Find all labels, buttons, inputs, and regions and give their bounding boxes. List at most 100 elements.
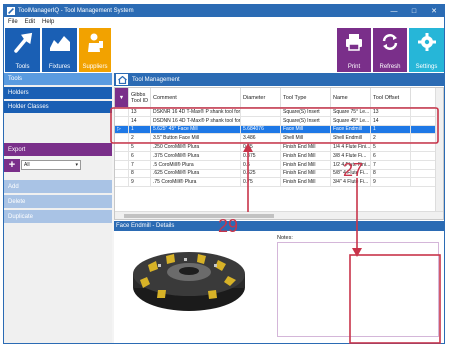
add-button[interactable]: Add (4, 180, 112, 193)
table-row[interactable]: 2 3.5" Button Face Mill 3.486 Shell Mill She… (115, 134, 443, 144)
table-cell: 3/8 4 Flute Fi... (331, 151, 371, 160)
table-cell: 7 (371, 160, 411, 169)
table-row[interactable]: 6.375 CoroMill® Plura 0.375 Finish End Mil… (115, 151, 443, 161)
table-cell: 9 (371, 178, 411, 187)
table-cell: 6 (371, 151, 411, 160)
content-header: Tool Management (114, 73, 444, 86)
menu-help[interactable]: Help (42, 19, 54, 25)
table-cell: 0.625 (241, 169, 281, 178)
table-cell: DSDNN 16 4D T-Max® P shank tool for t... (153, 116, 241, 125)
menu-file[interactable]: File (8, 19, 18, 25)
sidebar-item-holder-classes[interactable]: Holder Classes (4, 101, 112, 113)
duplicate-button[interactable]: Duplicate (4, 210, 112, 223)
title-bar: ToolManagerIQ - Tool Management System —… (4, 5, 444, 17)
row-indicator (115, 178, 129, 187)
vertical-scrollbar[interactable] (435, 88, 443, 211)
horizontal-scrollbar[interactable] (115, 211, 443, 219)
table-row[interactable]: ▷ 1 5.625" 45° Face Mill 5.684076 Face Mill F… (115, 125, 443, 135)
table-cell: 13 (129, 108, 151, 116)
row-indicator (115, 151, 129, 160)
row-indicator (115, 160, 129, 169)
home-icon[interactable] (116, 74, 128, 85)
table-cell: 8 (371, 169, 411, 178)
table-cell: 6 (129, 151, 151, 160)
settings-button[interactable]: Settings (409, 28, 444, 72)
table-row[interactable]: 14 DSDNN 16 4D T-Max® P shank tool for t.… (115, 116, 443, 126)
table-cell: 3.486 (241, 134, 281, 143)
chevron-down-icon: ▾ (75, 162, 78, 168)
table-cell: 0.375 (241, 151, 281, 160)
filter-select[interactable]: All ▾ (21, 160, 81, 170)
scroll-thumb[interactable] (124, 214, 274, 218)
wrench-icon (13, 32, 32, 53)
table-cell: Finish End Mill (281, 169, 331, 178)
table-cell: Finish End Mill (281, 143, 331, 151)
table-cell: 14 (129, 116, 151, 125)
add-plus-button[interactable]: + (4, 158, 20, 172)
maximize-icon[interactable]: □ (404, 5, 424, 17)
row-indicator (115, 108, 129, 116)
print-button-label: Print (347, 64, 361, 70)
row-indicator (115, 116, 129, 125)
menu-edit[interactable]: Edit (25, 19, 35, 25)
suppliers-button[interactable]: Suppliers (79, 28, 111, 72)
table-cell: 0.5 (241, 160, 281, 169)
table-row[interactable]: 5.250 CoroMill® Plura 0.25 Finish End Mill… (115, 143, 443, 152)
grid-header: ▼ Gibbs Tool ID Comment Diameter Tool Ty… (115, 88, 443, 108)
col-header-diameter[interactable]: Diameter (241, 88, 281, 107)
details-header: Face Endmill - Details (114, 221, 444, 231)
sidebar-item-tools[interactable]: Tools (4, 73, 112, 85)
table-cell: 5 (371, 143, 411, 151)
col-header-name[interactable]: Name (331, 88, 371, 107)
col-header-comment[interactable]: Comment (151, 88, 241, 107)
notes-field[interactable] (277, 242, 439, 337)
table-cell: .75 CoroMill® Plura (151, 178, 241, 187)
add-filter-row: + All ▾ (4, 158, 112, 172)
tool-image (114, 232, 272, 343)
app-logo-icon (7, 7, 15, 15)
main-content: Tool Management ▼ Gibbs Tool ID Comment … (114, 73, 444, 343)
table-cell: 2 (129, 134, 151, 143)
tools-button-label: Tools (15, 64, 30, 70)
refresh-button[interactable]: Refresh (373, 28, 407, 72)
table-cell: Finish End Mill (281, 151, 331, 160)
table-cell: Face Mill (281, 125, 331, 134)
fixtures-button-label: Fixtures (48, 64, 71, 70)
table-row[interactable]: 8.625 CoroMill® Plura 0.625 Finish End Mil… (115, 169, 443, 179)
tools-button[interactable]: Tools (5, 28, 40, 72)
worker-icon (88, 33, 103, 52)
col-header-tool-type[interactable]: Tool Type (281, 88, 331, 107)
table-cell: 14 (371, 116, 411, 125)
close-icon[interactable]: ✕ (424, 5, 444, 17)
table-cell (241, 116, 281, 125)
table-row[interactable]: 9.75 CoroMill® Plura 0.75 Finish End Mill 3… (115, 178, 443, 188)
print-button[interactable]: Print (337, 28, 371, 72)
table-cell: 5 (129, 143, 151, 151)
col-header-tool-id[interactable]: Gibbs Tool ID (129, 88, 151, 107)
row-indicator (115, 169, 129, 178)
table-cell: 1 (371, 125, 411, 134)
notes-label: Notes: (277, 235, 293, 241)
row-indicator (115, 134, 129, 143)
table-cell: 1/4 4 Flute Fini... (333, 143, 371, 151)
table-row[interactable]: 7.5 CoroMill® Plura 0.5 Finish End Mill 1/2… (115, 160, 443, 170)
menu-bar: File Edit Help (4, 17, 444, 27)
col-header-tool-offset[interactable]: Tool Offset (371, 88, 411, 107)
refresh-icon (382, 34, 398, 50)
table-cell: .375 CoroMill® Plura (151, 151, 241, 160)
delete-button[interactable]: Delete (4, 195, 112, 208)
export-button[interactable]: Export (4, 143, 112, 156)
sidebar-item-holders[interactable]: Holders (4, 87, 112, 99)
table-row[interactable]: 13 DSKNR 16 4D T-Max® P shank tool for tu… (115, 108, 443, 117)
fixtures-button[interactable]: Fixtures (42, 28, 77, 72)
grid-body: 13 DSKNR 16 4D T-Max® P shank tool for tu… (115, 108, 443, 188)
gear-icon (417, 33, 436, 51)
table-cell: Square 75° Le... (333, 108, 371, 116)
row-indicator (115, 143, 129, 151)
table-cell: Square(S) Insert (281, 108, 331, 116)
filter-select-value: All (24, 162, 30, 168)
refresh-button-label: Refresh (379, 64, 401, 70)
minimize-icon[interactable]: — (384, 5, 404, 17)
table-cell: 1 (129, 125, 151, 134)
grid-corner-sort[interactable]: ▼ (115, 88, 129, 107)
